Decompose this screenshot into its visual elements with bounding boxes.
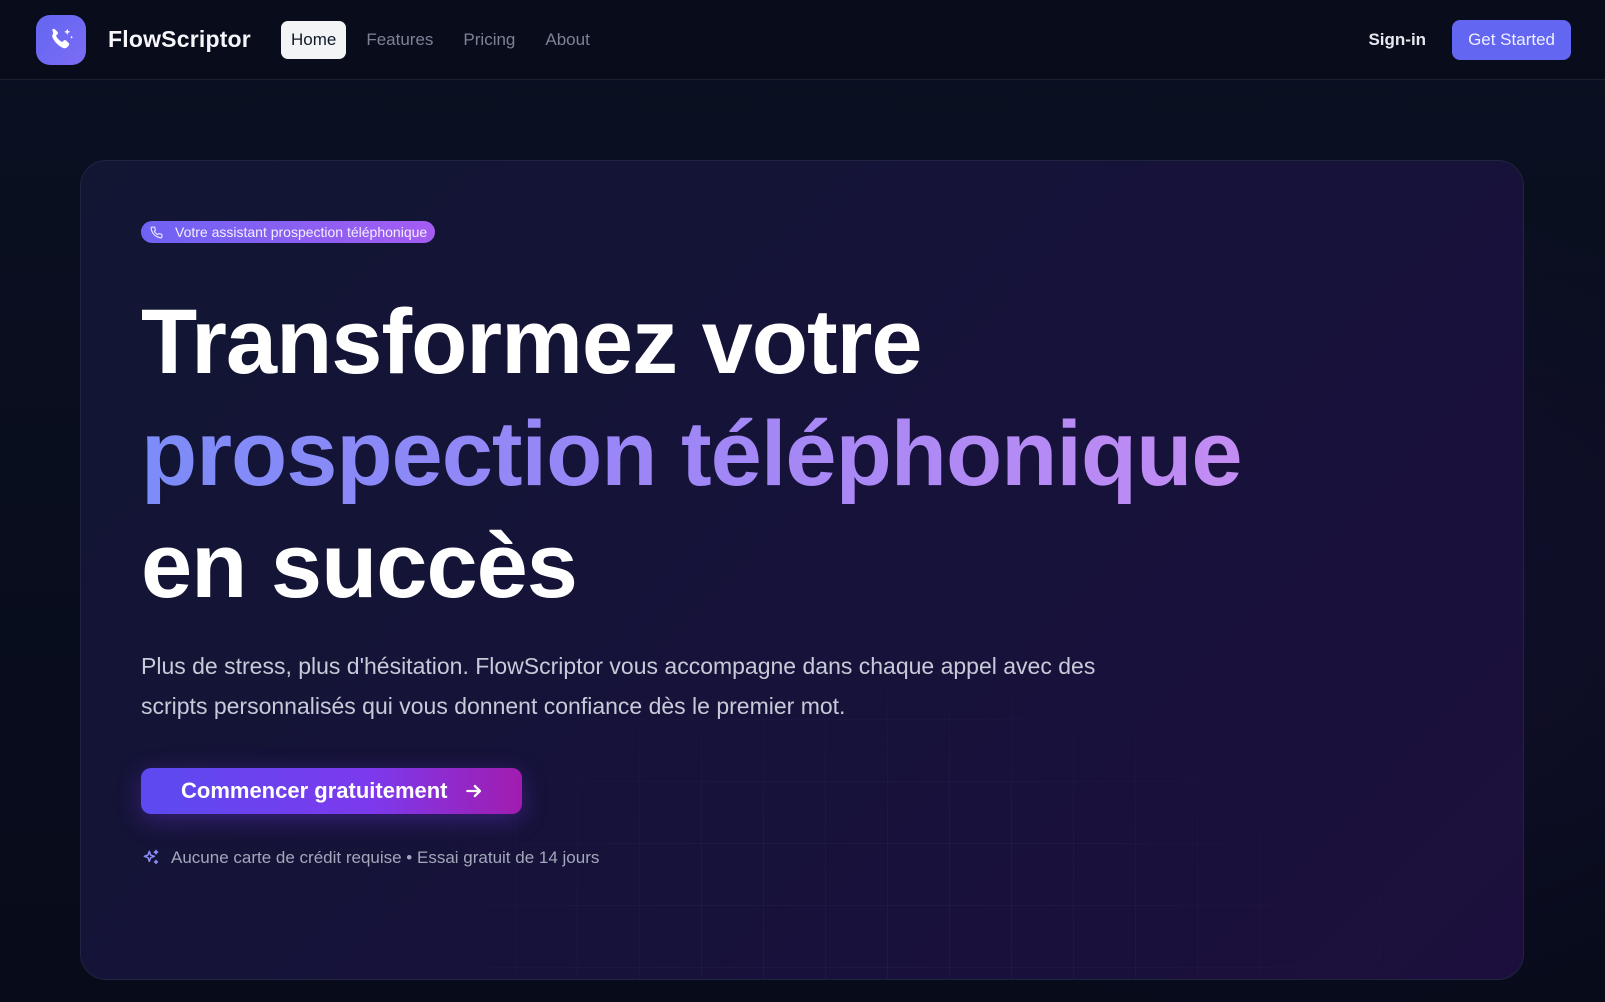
logo[interactable] <box>36 14 86 65</box>
hero-description: Plus de stress, plus d'hésitation. FlowS… <box>141 652 1096 719</box>
nav-link-pricing[interactable]: Pricing <box>453 21 525 59</box>
tagline-text: Votre assistant prospection téléphonique <box>175 224 428 240</box>
trial-note: Aucune carte de crédit requise • Essai g… <box>141 848 1463 868</box>
sparkles-icon <box>143 849 159 864</box>
phone-icon <box>150 225 163 238</box>
hero-headline: Transformez votre prospection téléphoniq… <box>141 286 1463 622</box>
nav-link-home[interactable]: Home <box>280 20 347 59</box>
nav-link-about[interactable]: About <box>535 21 599 59</box>
phone-sparkle-icon <box>52 28 74 48</box>
hero-card: Votre assistant prospection téléphonique… <box>80 160 1524 980</box>
arrow-right-icon <box>465 784 481 797</box>
nav-link-features[interactable]: Features <box>356 21 443 59</box>
trial-note-text: Aucune carte de crédit requise • Essai g… <box>171 847 600 867</box>
main-nav: Home Features Pricing About <box>280 20 600 59</box>
landing-page: FlowScriptor Home Features Pricing About… <box>0 0 1605 1002</box>
headline-line-3: en succès <box>141 514 578 617</box>
cta-label: Commencer gratuitement <box>181 777 448 803</box>
get-started-button[interactable]: Get Started <box>1452 19 1571 60</box>
top-navbar: FlowScriptor Home Features Pricing About… <box>0 0 1605 80</box>
hero-content: Votre assistant prospection téléphonique… <box>141 221 1463 868</box>
nav-actions: Sign-in Get Started <box>1368 19 1573 60</box>
headline-highlight: prospection téléphonique <box>141 402 1242 505</box>
tagline-badge: Votre assistant prospection téléphonique <box>141 221 436 243</box>
start-free-button[interactable]: Commencer gratuitement <box>141 767 522 814</box>
headline-line-1: Transformez votre <box>141 290 923 393</box>
brand-name[interactable]: FlowScriptor <box>108 26 251 53</box>
sign-in-link[interactable]: Sign-in <box>1368 30 1426 50</box>
